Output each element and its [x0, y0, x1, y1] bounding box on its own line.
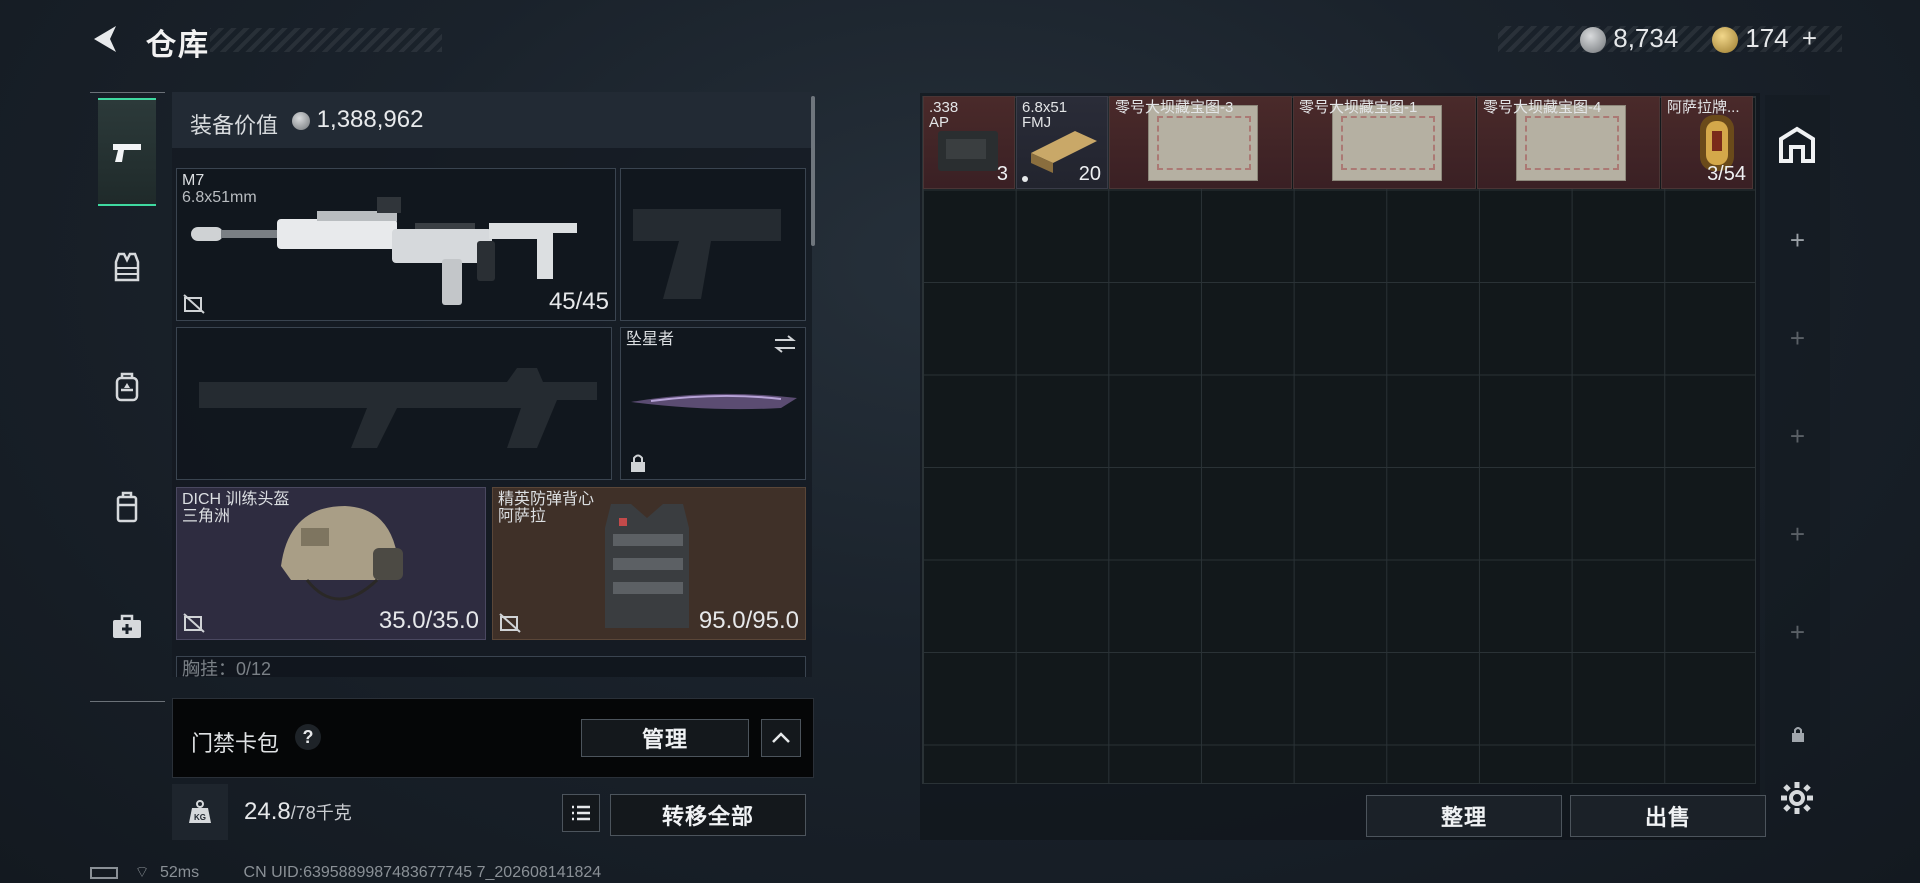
equipment-value-row: 装备价值 1,388,962 [172, 92, 812, 148]
tab-weapons[interactable] [98, 98, 156, 206]
weight-icon: KG [172, 784, 228, 840]
equipment-value-label: 装备价值 [190, 113, 279, 138]
keycard-bag-label: 门禁卡包 [191, 731, 280, 756]
tab-vest[interactable] [98, 213, 156, 321]
item-name: 阿萨拉牌... [1667, 99, 1740, 116]
silver-coin-icon [1580, 27, 1606, 54]
gold-coin-icon [1712, 27, 1738, 54]
item-name: 零号大坝藏宝图-4 [1483, 99, 1602, 116]
helmet-slot[interactable]: DICH 训练头盔 三角洲 35.0/35.0 [176, 487, 486, 640]
storage-item[interactable]: 零号大坝藏宝图-3 [1109, 96, 1292, 189]
storage-item[interactable]: 阿萨拉牌... 3/54 [1661, 96, 1753, 189]
sort-button[interactable]: 整理 [1366, 795, 1562, 837]
armor-slot[interactable]: 精英防弹背心 阿萨拉 95.0/95.0 [492, 487, 806, 640]
silver-coin-icon [292, 111, 310, 130]
backpack-icon [115, 372, 139, 402]
top-bar: 仓库 8,734 174 + [0, 0, 1920, 80]
helmet-durability: 35.0/35.0 [378, 607, 479, 634]
weight-value: 24.8/78千克 [244, 798, 352, 825]
no-insure-icon [499, 613, 521, 633]
rifle-placeholder-icon [199, 368, 597, 448]
keycard-bag-bar: 门禁卡包 ? 管理 [172, 698, 814, 778]
pistol-slot[interactable] [620, 168, 806, 321]
item-count: 3 [996, 163, 1008, 185]
add-storage-icon[interactable]: + [1765, 519, 1830, 550]
item-count: 3/54 [1707, 163, 1746, 185]
medkit-icon [113, 614, 141, 638]
title-decoration [210, 28, 442, 52]
wifi-icon: ⌔ [134, 864, 150, 881]
svg-text:KG: KG [194, 813, 206, 822]
battery-icon [90, 866, 118, 879]
status-bar: ⌔ 52ms CN UID:6395889987483677745 7_2026… [90, 862, 601, 882]
tab-medkit[interactable] [98, 573, 156, 681]
chevron-up-icon [772, 732, 790, 743]
currency-silver: 8,734 [1580, 23, 1678, 54]
treasure-map-image [1516, 105, 1626, 181]
add-storage-icon[interactable]: + [1765, 421, 1830, 452]
category-tabs [90, 92, 165, 702]
storage-grid[interactable] [922, 96, 1756, 784]
storage-tabs: + + + + + [1765, 95, 1830, 840]
currency-gold-value: 174 [1745, 23, 1789, 53]
currency-silver-value: 8,734 [1613, 23, 1679, 53]
item-name: 零号大坝藏宝图-1 [1299, 99, 1418, 116]
tab-backpack[interactable] [98, 333, 156, 441]
pistol-icon [113, 144, 141, 162]
uid-text: CN UID:6395889987483677745 7_20260814182… [243, 864, 602, 881]
pistol-placeholder-icon [633, 209, 781, 299]
vest-icon [114, 252, 140, 282]
weight-row: KG 24.8/78千克 转移全部 [172, 784, 814, 840]
treasure-map-image [1332, 105, 1442, 181]
add-storage-icon[interactable]: + [1765, 323, 1830, 354]
chest-rig-slot[interactable]: 胸挂：0/12 [176, 656, 806, 677]
add-currency-icon[interactable]: + [1802, 23, 1817, 53]
treasure-map-image [1148, 105, 1258, 181]
ammo-count: 45/45 [548, 288, 609, 315]
sell-button[interactable]: 出售 [1570, 795, 1766, 837]
storage-item[interactable]: 零号大坝藏宝图-1 [1293, 96, 1476, 189]
help-icon[interactable]: ? [295, 724, 321, 750]
armor-durability: 95.0/95.0 [698, 607, 799, 634]
item-name: 零号大坝藏宝图-3 [1115, 99, 1234, 116]
currency-gold[interactable]: 174 + [1712, 23, 1817, 54]
settings-gear-icon[interactable] [1779, 780, 1815, 816]
add-storage-icon[interactable]: + [1765, 225, 1830, 256]
storage-item[interactable]: 零号大坝藏宝图-4 [1477, 96, 1660, 189]
storage-item[interactable]: .338 AP 3 [923, 96, 1015, 189]
primary-weapon-slot[interactable]: M7 6.8x51mm 45/45 [176, 168, 616, 321]
page-title: 仓库 [146, 29, 210, 62]
collapse-button[interactable] [761, 719, 801, 757]
transfer-all-button[interactable]: 转移全部 [610, 794, 806, 836]
lock-icon [1792, 727, 1804, 742]
item-count: 20 [1078, 163, 1101, 185]
storage-home-icon[interactable] [1777, 125, 1817, 165]
equipment-value-number: 1,388,962 [316, 106, 424, 133]
list-icon [572, 805, 590, 821]
lock-icon [631, 454, 645, 472]
equipment-panel: 装备价值 1,388,962 M7 6.8x51mm 45/45 坠星者 DIC… [172, 92, 812, 677]
case-icon [116, 491, 138, 523]
back-arrow-icon[interactable] [88, 22, 122, 56]
storage-item[interactable]: 6.8x51 FMJ 20 [1016, 96, 1108, 189]
equipment-scrollbar[interactable] [811, 96, 815, 246]
no-insure-icon [183, 294, 205, 314]
tab-case[interactable] [98, 453, 156, 561]
add-storage-icon[interactable]: + [1765, 617, 1830, 648]
chest-rig-label: 胸挂：0/12 [182, 659, 272, 677]
manage-button[interactable]: 管理 [581, 719, 749, 757]
ping-text: 52ms [159, 864, 200, 881]
melee-slot[interactable]: 坠星者 [620, 327, 806, 480]
secondary-weapon-slot[interactable] [176, 327, 612, 480]
list-view-button[interactable] [562, 794, 600, 832]
no-insure-icon [183, 613, 205, 633]
equipment-value: 1,388,962 [292, 106, 423, 134]
